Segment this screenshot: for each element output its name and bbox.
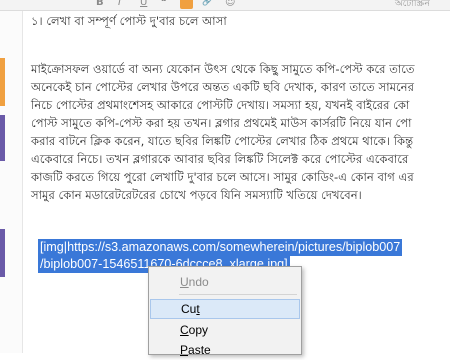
underline-icon[interactable]: U — [140, 0, 147, 9]
paragraph-line: কাজটি করতে গিয়ে পুরো লেখাটি দু'বার চলে … — [31, 170, 414, 184]
gutter-marker — [0, 58, 5, 106]
selected-text-line[interactable]: [img|https://s3.amazonaws.com/somewherei… — [38, 239, 403, 256]
emoji-icon[interactable]: ☺ — [225, 0, 235, 9]
image-icon[interactable] — [180, 0, 193, 9]
paragraph-line: নিচে পোস্টের প্রথমাংশেসহ আকারে পোস্টটি দ… — [31, 98, 410, 112]
context-menu: Undo Cut Copy Paste — [148, 266, 302, 357]
paragraph-line: মাইক্রোসফল ওয়ার্ডে বা অন্য যেকোন উৎস থে… — [31, 62, 415, 76]
gutter-marker — [0, 115, 5, 161]
quote-icon[interactable]: ❝ — [161, 0, 166, 9]
editor-heading: ১। লেখা বা সম্পূর্ণ পোস্ট দু'বার চলে আসা — [31, 14, 227, 28]
italic-icon[interactable]: I — [118, 0, 121, 9]
paragraph-line: পোস্ট সামুতে কপি-পেস্ট করা হয় তখন। ব্লগ… — [31, 116, 412, 130]
undo-menu-item[interactable]: Undo — [150, 272, 300, 292]
paragraph-line: অনেকেই চান পোস্টের লেখার উপরে অন্তত একটি… — [31, 80, 414, 94]
menu-separator — [179, 294, 297, 295]
cut-menu-item[interactable]: Cut — [150, 299, 300, 319]
paragraph-line: করার বাটনে ক্লিক করেন, যাতে ছবির লিঙ্কটি… — [31, 134, 414, 148]
gutter-marker — [0, 229, 5, 277]
toolbar-option-label[interactable]: অটোস্ক্রিন — [395, 0, 430, 10]
editor-toolbar: B I U ❝ 🔗 ☺ অটোস্ক্রিন — [0, 0, 450, 11]
bold-icon[interactable]: B — [96, 0, 104, 9]
editor-gutter — [0, 11, 23, 353]
paragraph-line: একেবারে নিচে। তখন ব্লগারকে আবার ছবির লিঙ… — [31, 152, 409, 166]
paragraph-line: সামুর কোন মডারেটরেটরের চোখে পড়বে যিনি স… — [31, 188, 362, 202]
paste-menu-item[interactable]: Paste — [150, 340, 300, 360]
copy-menu-item[interactable]: Copy — [150, 320, 300, 340]
link-icon[interactable]: 🔗 — [202, 0, 212, 9]
